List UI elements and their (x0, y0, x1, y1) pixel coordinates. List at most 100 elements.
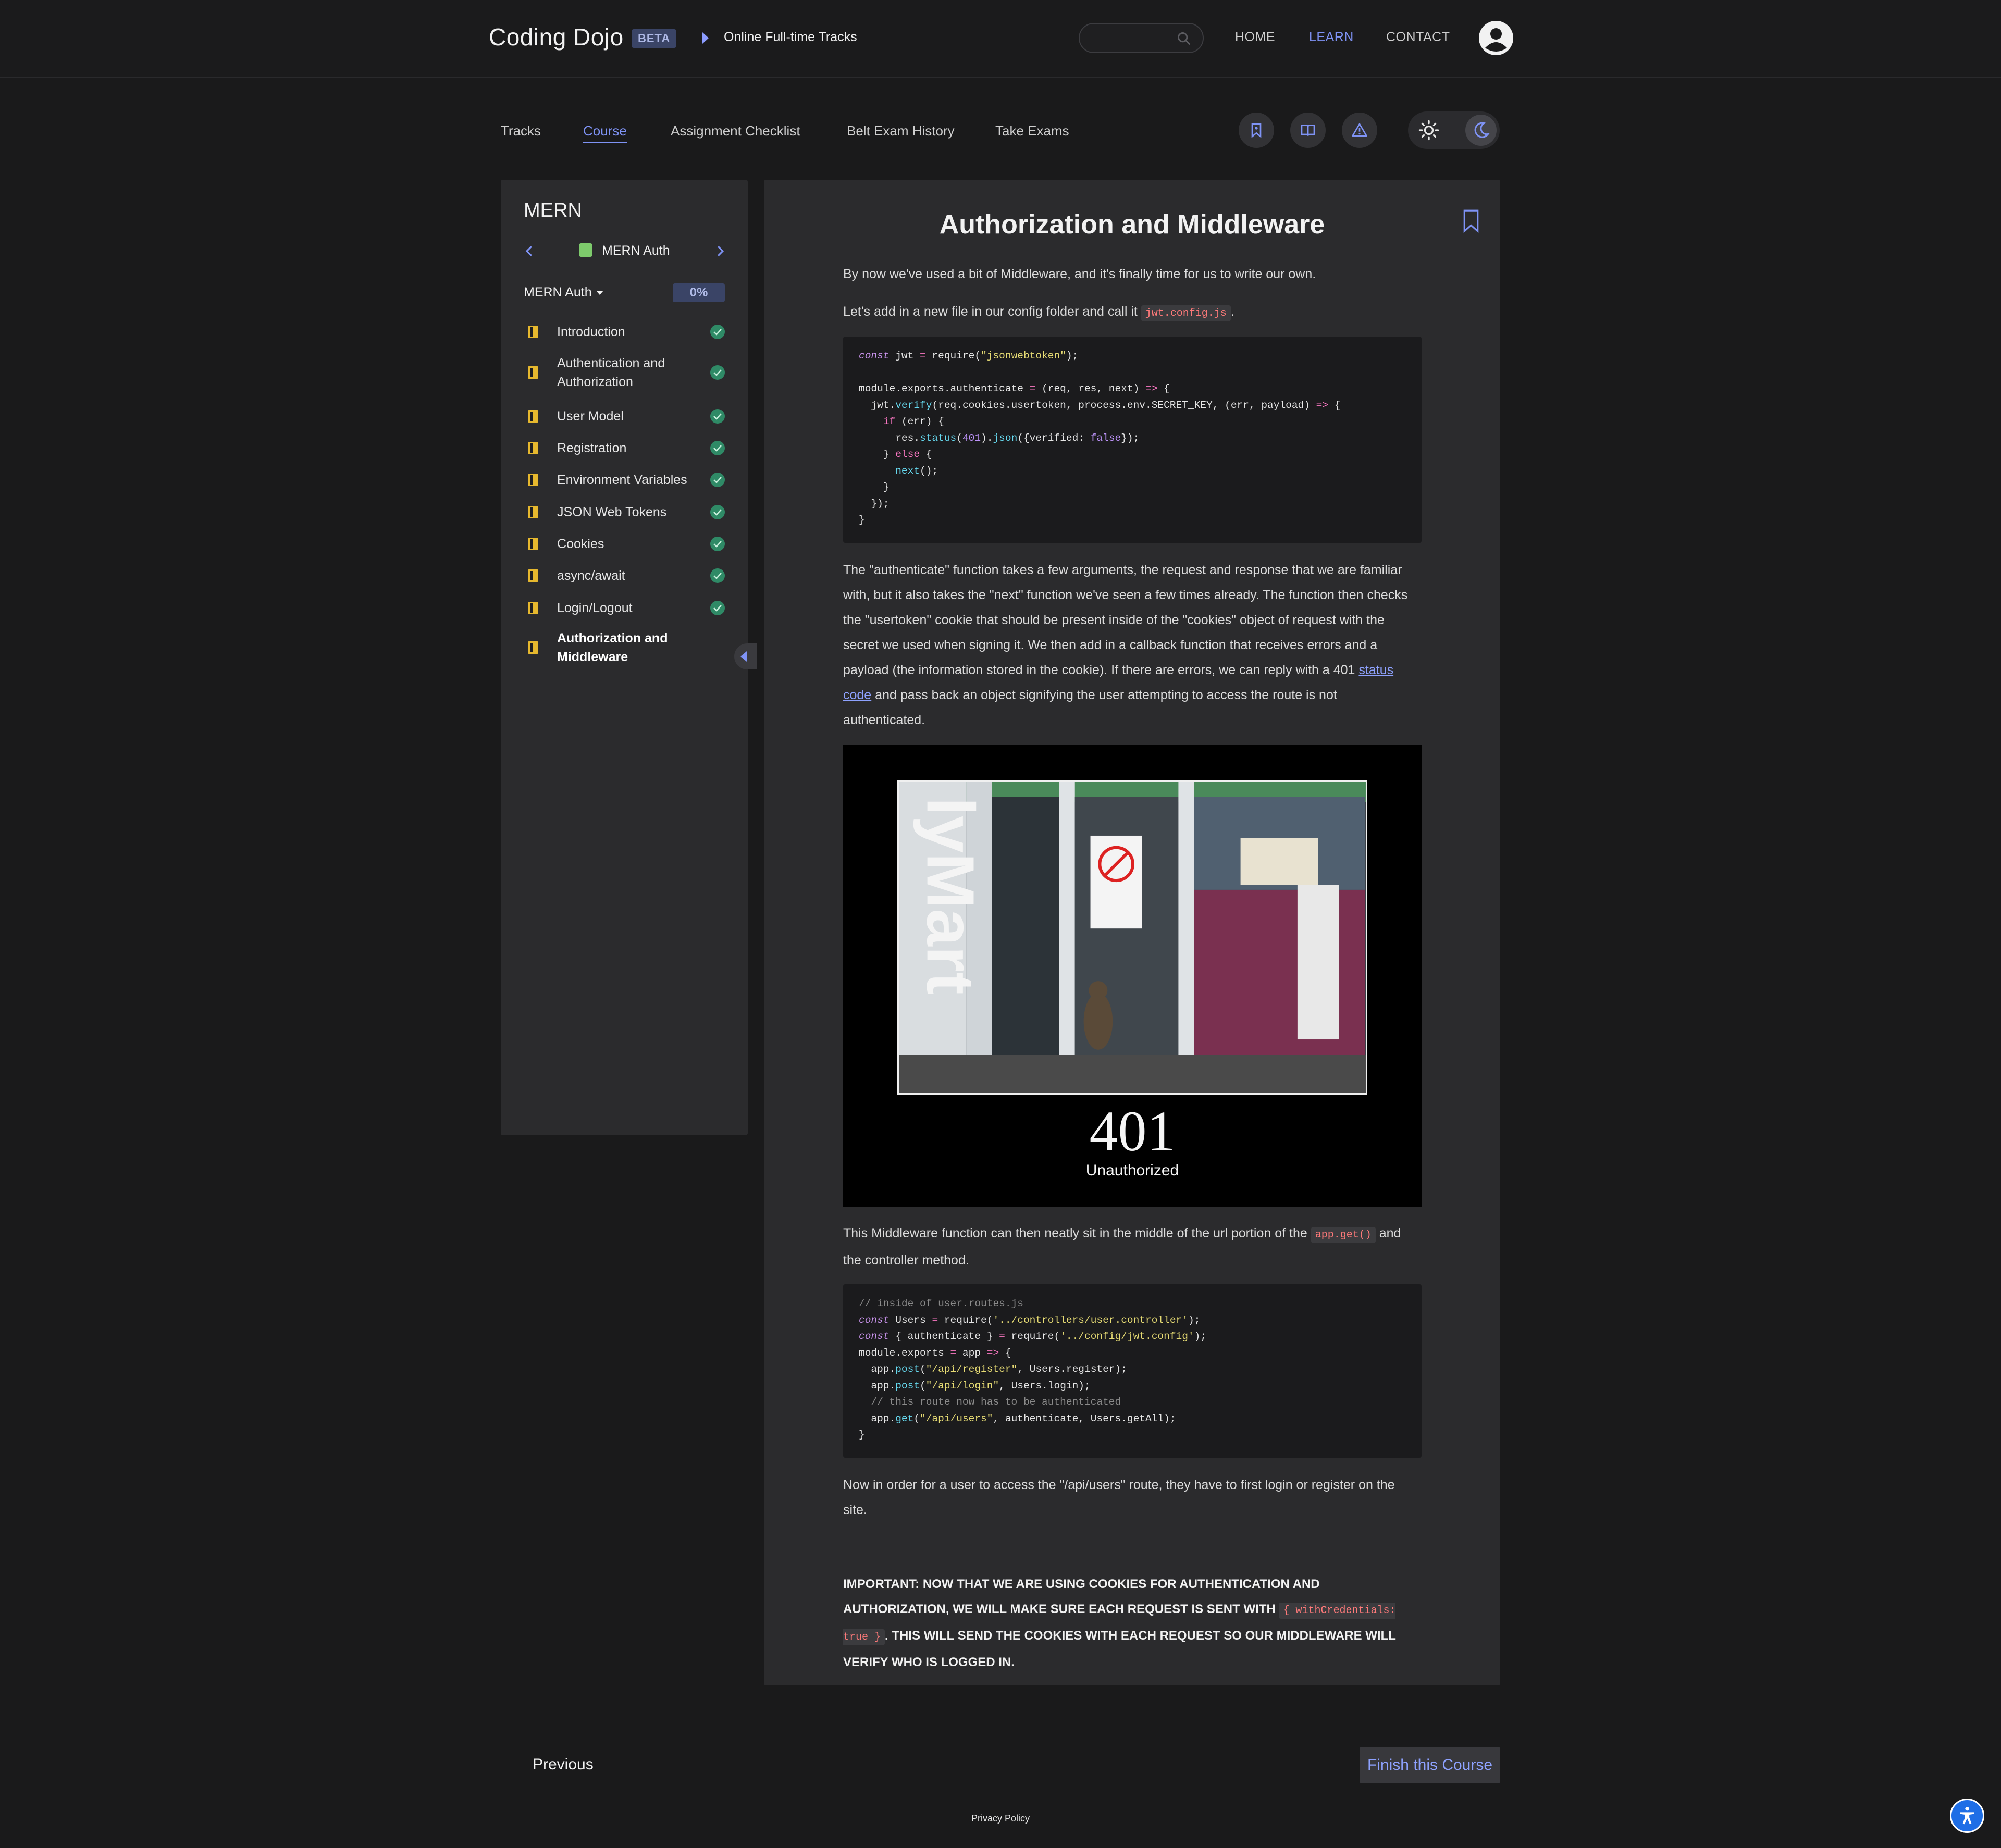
lesson-label: Login/Logout (557, 601, 633, 615)
nav-learn[interactable]: LEARN (1309, 30, 1354, 45)
middleware-paragraph: This Middleware function can then neatly… (843, 1221, 1422, 1273)
lesson-label: Introduction (557, 325, 625, 339)
collapse-sidebar-button[interactable] (734, 643, 757, 669)
explanation-paragraph: The "authenticate" function takes a few … (843, 557, 1422, 733)
module-dropdown[interactable]: MERN Auth (524, 285, 603, 300)
lesson-item[interactable]: Authentication and Authorization (501, 354, 748, 391)
text: and pass back an object signifying the u… (843, 688, 1337, 727)
dark-mode-option[interactable] (1465, 115, 1497, 146)
check-circle-icon (710, 473, 725, 487)
tab-take-exams[interactable]: Take Exams (995, 123, 1069, 139)
lesson-item[interactable]: Authorization and Middleware (501, 629, 748, 666)
check-circle-icon (710, 441, 725, 455)
check-circle-icon (710, 409, 725, 424)
lesson-item[interactable]: Registration (501, 439, 748, 457)
check-circle-icon (710, 505, 725, 519)
code-line: } (859, 1429, 865, 1441)
tab-assignment-checklist[interactable]: Assignment Checklist (671, 123, 800, 139)
lesson-label: async/await (557, 568, 625, 583)
unauthorized-cat-image: lyMart 401 Unauthorized (843, 745, 1422, 1207)
code-line: next(); (895, 465, 938, 477)
code-line: } (859, 514, 865, 526)
bookmark-icon[interactable] (1462, 209, 1480, 233)
report-issue-button[interactable] (1342, 113, 1377, 148)
lesson-item[interactable]: async/await (501, 566, 748, 585)
user-avatar-icon[interactable] (1479, 21, 1513, 55)
code-line: module.exports.authenticate = (req, res,… (859, 383, 1170, 394)
lesson-item[interactable]: User Model (501, 407, 748, 426)
lesson-label: Authentication and Authorization (557, 356, 665, 389)
theme-toggle[interactable] (1408, 111, 1500, 149)
module-icon (579, 243, 592, 257)
nav-contact[interactable]: CONTACT (1386, 30, 1450, 45)
code-line: }); (859, 498, 890, 510)
text: Let's add in a new file in our config fo… (843, 304, 1141, 319)
text: This Middleware function can then neatly… (843, 1226, 1311, 1241)
search-input[interactable] (1079, 23, 1204, 53)
top-navbar: Coding Dojo BETA Online Full-time Tracks… (0, 0, 2001, 78)
lesson-book-icon (528, 602, 538, 614)
code-line: jwt.verify(req.cookies.usertoken, proces… (859, 399, 1341, 411)
text: IMPORTANT: NOW THAT WE ARE USING COOKIES… (843, 1577, 1320, 1616)
lesson-book-icon (528, 569, 538, 582)
accessibility-button[interactable] (1950, 1799, 1984, 1833)
lesson-item[interactable]: Cookies (501, 535, 748, 553)
intro-paragraph: By now we've used a bit of Middleware, a… (843, 267, 1316, 281)
tab-tracks[interactable]: Tracks (501, 123, 541, 139)
finish-course-button[interactable]: Finish this Course (1360, 1747, 1500, 1783)
code-line: // this route now has to be authenticate… (859, 1396, 1121, 1408)
code-line: app.post("/api/register", Users.register… (859, 1363, 1127, 1375)
sun-icon[interactable] (1418, 120, 1439, 141)
lesson-item[interactable]: Environment Variables (501, 470, 748, 489)
code-line: // inside of user.routes.js (859, 1298, 1023, 1309)
code-line: app.post("/api/login", Users.login); (859, 1380, 1091, 1392)
previous-button[interactable]: Previous (533, 1756, 594, 1773)
code-line: app.get("/api/users", authenticate, User… (859, 1412, 1176, 1424)
page: Coding Dojo BETA Online Full-time Tracks… (0, 0, 2001, 1848)
check-circle-icon (710, 537, 725, 551)
code-line: } else { (859, 449, 932, 460)
chevron-left-icon[interactable] (522, 243, 537, 259)
breadcrumb-caret-icon (702, 32, 709, 44)
photo: lyMart (897, 780, 1367, 1095)
brand-logo[interactable]: Coding Dojo (489, 23, 624, 51)
chevron-right-icon[interactable] (712, 243, 728, 259)
book-icon (1301, 125, 1315, 136)
image-status-code: 401 (1089, 1099, 1176, 1163)
check-circle-icon (710, 601, 725, 615)
module-label: MERN Auth (602, 243, 670, 258)
lesson-book-icon (528, 366, 538, 379)
lesson-label: Authorization and Middleware (557, 631, 668, 664)
breadcrumb-track[interactable]: Online Full-time Tracks (724, 30, 857, 45)
text: The "authenticate" function takes a few … (843, 563, 1408, 677)
code-line: const { authenticate } = require('../con… (859, 1331, 1207, 1342)
nav-home[interactable]: HOME (1235, 30, 1275, 45)
check-circle-icon (710, 365, 725, 380)
lesson-item[interactable]: JSON Web Tokens (501, 503, 748, 522)
tab-belt-exam-history[interactable]: Belt Exam History (847, 123, 955, 139)
code-block-jwt-config: const jwt = require("jsonwebtoken"); mod… (843, 337, 1422, 543)
tab-course[interactable]: Course (583, 123, 627, 143)
lesson-label: Registration (557, 441, 627, 455)
search-icon[interactable] (1177, 31, 1191, 46)
lesson-title: Authorization and Middleware (939, 209, 1325, 240)
lesson-book-icon (528, 538, 538, 550)
lesson-item[interactable]: Login/Logout (501, 599, 748, 617)
reading-mode-button[interactable] (1290, 113, 1326, 148)
lesson-content: Authorization and Middleware By now we'v… (764, 180, 1500, 1685)
code-line: if (err) { (883, 416, 944, 427)
beta-badge: BETA (632, 29, 677, 48)
lesson-item[interactable]: Introduction (501, 323, 748, 341)
caret-down-icon (596, 291, 603, 295)
lesson-label: Environment Variables (557, 473, 687, 487)
lesson-label: JSON Web Tokens (557, 505, 667, 519)
important-note: IMPORTANT: NOW THAT WE ARE USING COOKIES… (843, 1572, 1427, 1675)
lesson-book-icon (528, 410, 538, 423)
lesson-book-icon (528, 641, 538, 654)
code-line: res.status(401).json({verified: false}); (859, 432, 1140, 444)
bookmarks-button[interactable] (1239, 113, 1274, 148)
privacy-policy-link[interactable]: Privacy Policy (0, 1813, 2001, 1824)
code-line: module.exports = app => { (859, 1347, 1011, 1359)
course-sidebar: MERN MERN Auth MERN Auth 0% Introduction… (501, 180, 757, 1135)
